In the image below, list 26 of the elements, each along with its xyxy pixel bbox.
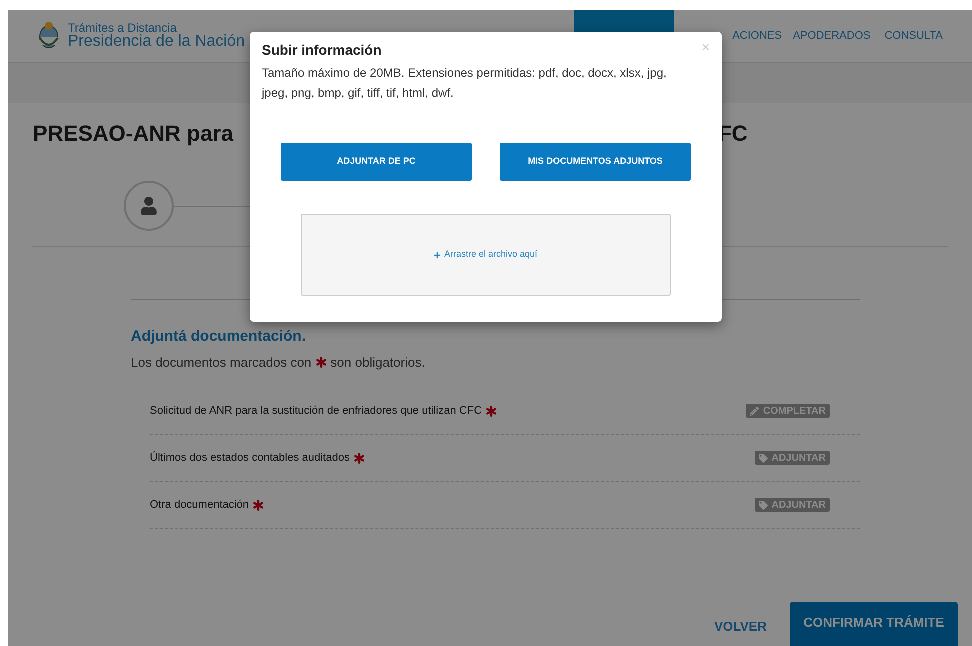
plus-icon [434, 252, 442, 258]
tag-icon [758, 500, 768, 510]
brand-subtitle: Trámites a Distancia [68, 22, 178, 34]
drop-zone[interactable]: Arrastre el archivo aquí [301, 214, 671, 296]
user-icon [140, 197, 158, 215]
close-button[interactable]: × [702, 40, 710, 54]
nav-tab[interactable]: CONSULTA [878, 10, 950, 62]
document-name: Otra documentación [150, 498, 250, 513]
document-name: Solicitud de ANR para la sustitución de enfriadores que utilizan CFC [150, 404, 482, 419]
nav-tab[interactable]: APODERADOS [786, 10, 878, 62]
pencil-icon [750, 406, 760, 416]
confirm-button[interactable]: CONFIRMAR TRÁMITE [790, 602, 958, 646]
tag-icon [758, 454, 768, 462]
section-heading: Adjuntá documentación. [131, 327, 308, 347]
brand-title: Presidencia de la Nación [68, 34, 245, 50]
my-documents-button[interactable]: MIS DOCUMENTOS ADJUNTOS [500, 143, 691, 181]
back-link[interactable]: VOLVER [714, 616, 767, 636]
asterisk-icon [316, 356, 327, 368]
legend-text: Los documentos marcados con [131, 354, 312, 372]
dialog-description: Tamaño máximo de 20MB. Extensiones permitidas: pdf, doc, docx, xlsx, jpg, jpeg, png, bmp, gif, tiff, tif, html, dwf. [262, 65, 668, 102]
attach-from-pc-button[interactable]: ADJUNTAR DE PC [281, 143, 472, 181]
dialog-title: Subir información [262, 41, 382, 60]
drop-zone-text: Arrastre el archivo aquí [444, 248, 538, 262]
document-name: Últimos dos estados contables auditados [150, 450, 350, 466]
legend-text: son obligatorios. [330, 354, 426, 372]
page-title: PRESAO-ANR para [33, 120, 234, 148]
